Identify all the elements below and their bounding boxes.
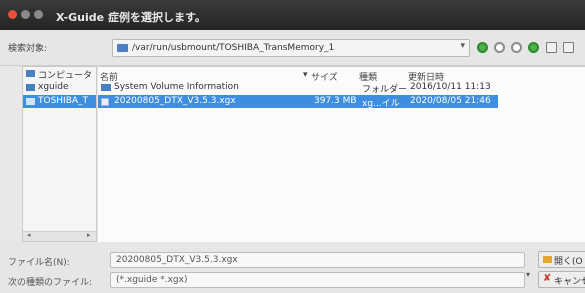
chevron-down-icon[interactable]: ▾ xyxy=(526,270,530,279)
file-type: フォルダー xyxy=(362,85,408,95)
computer-icon xyxy=(26,70,35,77)
open-button[interactable]: 開く(O xyxy=(538,251,585,268)
chevron-down-icon[interactable]: ▾ xyxy=(460,41,465,51)
sidebar-item-label: xguide xyxy=(38,82,69,92)
sidebar-item-toshiba[interactable]: TOSHIBA_T xyxy=(23,95,96,108)
file-type: xg...イル xyxy=(362,99,400,109)
folder-icon xyxy=(117,44,128,52)
back-icon[interactable] xyxy=(477,42,488,53)
look-in-label: 検索対象: xyxy=(8,44,48,54)
dialog-title: 症例を選択します。 xyxy=(107,11,206,24)
file-name: System Volume Information xyxy=(114,82,239,92)
folder-icon xyxy=(101,84,111,91)
bottom-panel: ファイル名(N): 20200805_DTX_V3.5.3.xgx 次の種類のフ… xyxy=(0,242,585,293)
sidebar-scrollbar[interactable]: ◂ ▸ xyxy=(23,231,96,241)
window-title: X-Guide 症例を選択します。 xyxy=(56,9,206,25)
filename-value: 20200805_DTX_V3.5.3.xgx xyxy=(116,255,238,265)
sort-indicator-icon: ▾ xyxy=(303,70,308,80)
minimize-window-button[interactable] xyxy=(21,10,30,19)
open-button-label: 開く(O xyxy=(554,257,583,267)
forward-icon[interactable] xyxy=(494,42,505,53)
filetype-label: 次の種類のファイル: xyxy=(8,278,93,288)
sidebar: コンピュータ xguide TOSHIBA_T ◂ ▸ xyxy=(22,66,97,242)
scroll-left-icon[interactable]: ◂ xyxy=(27,231,31,239)
file-size: 397.3 MB xyxy=(314,96,357,106)
file-modified: 2020/08/05 21:46 xyxy=(410,96,491,106)
title-bar: X-Guide 症例を選択します。 xyxy=(0,0,585,30)
cancel-x-icon: ✘ xyxy=(543,273,552,284)
file-row[interactable]: 20200805_DTX_V3.5.3.xgx 397.3 MB xg...イル… xyxy=(98,95,498,109)
up-icon[interactable] xyxy=(511,42,522,53)
file-icon xyxy=(101,98,109,106)
toolbar: 検索対象: /var/run/usbmount/TOSHIBA_TransMem… xyxy=(0,30,585,66)
file-modified: 2016/10/11 11:13 xyxy=(410,82,491,92)
filename-input[interactable]: 20200805_DTX_V3.5.3.xgx xyxy=(110,252,525,268)
sidebar-item-label: TOSHIBA_T xyxy=(38,96,89,106)
filename-label: ファイル名(N): xyxy=(8,258,70,268)
app-name: X-Guide xyxy=(56,11,105,24)
file-row[interactable]: System Volume Information フォルダー 2016/10/… xyxy=(98,81,498,95)
scroll-right-icon[interactable]: ▸ xyxy=(87,231,91,239)
close-window-button[interactable] xyxy=(8,10,17,19)
file-list: 名前 ▾ サイズ 種類 更新日時 System Volume Informati… xyxy=(98,66,585,242)
detail-view-icon[interactable] xyxy=(563,42,574,53)
filetype-select[interactable]: (*.xguide *.xgx) xyxy=(110,272,525,288)
cancel-button[interactable]: ✘ キャンセ xyxy=(538,271,585,288)
path-combobox[interactable]: /var/run/usbmount/TOSHIBA_TransMemory_1 … xyxy=(112,39,470,57)
folder-icon xyxy=(26,84,35,91)
maximize-window-button[interactable] xyxy=(34,10,43,19)
file-name: 20200805_DTX_V3.5.3.xgx xyxy=(114,96,236,106)
sidebar-item-label: コンピュータ xyxy=(38,71,93,80)
filetype-value: (*.xguide *.xgx) xyxy=(116,275,188,285)
cancel-button-label: キャンセ xyxy=(554,277,585,287)
drive-icon xyxy=(26,98,35,105)
sidebar-item-xguide[interactable]: xguide xyxy=(23,81,96,94)
sidebar-item-computer[interactable]: コンピュータ xyxy=(23,67,96,80)
folder-open-icon xyxy=(543,256,552,263)
new-folder-icon[interactable] xyxy=(528,42,539,53)
list-view-icon[interactable] xyxy=(546,42,557,53)
path-text: /var/run/usbmount/TOSHIBA_TransMemory_1 xyxy=(132,43,335,53)
